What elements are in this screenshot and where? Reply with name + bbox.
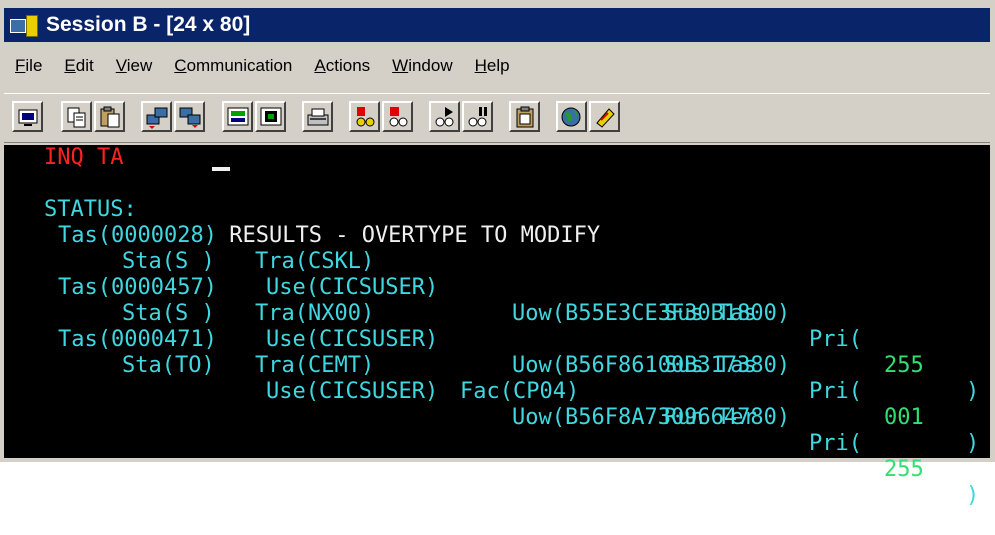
send-file-icon[interactable] bbox=[141, 101, 172, 132]
play-macro-icon[interactable] bbox=[429, 101, 460, 132]
menu-actions[interactable]: Actions bbox=[303, 56, 381, 76]
task-uow[interactable]: Uow(B56F8A7309664780) bbox=[512, 405, 790, 431]
receive-file-icon[interactable] bbox=[174, 101, 205, 132]
menu-edit[interactable]: Edit bbox=[53, 56, 104, 76]
display-icon[interactable] bbox=[12, 101, 43, 132]
title-bar[interactable]: Session B - [24 x 80] bbox=[4, 8, 990, 42]
priority-close: ) bbox=[966, 379, 980, 404]
session-window: Session B - [24 x 80] File Edit View Com… bbox=[0, 0, 995, 508]
menu-communication[interactable]: Communication bbox=[163, 56, 303, 76]
task-user[interactable]: Use(CICSUSER) bbox=[266, 379, 438, 405]
print-screen-icon[interactable] bbox=[302, 101, 333, 132]
paste-icon[interactable] bbox=[94, 101, 125, 132]
clipboard-icon[interactable] bbox=[509, 101, 540, 132]
task-status[interactable]: Sta(S ) bbox=[122, 301, 215, 327]
menu-window[interactable]: Window bbox=[381, 56, 463, 76]
menu-view[interactable]: View bbox=[105, 56, 164, 76]
priority-value[interactable]: 001 bbox=[884, 405, 924, 431]
help-icon[interactable] bbox=[589, 101, 620, 132]
priority-label: Pri( bbox=[809, 431, 862, 456]
map-icon[interactable] bbox=[255, 101, 286, 132]
status-text: RESULTS - OVERTYPE TO MODIFY bbox=[216, 223, 601, 248]
menu-help[interactable]: Help bbox=[464, 56, 521, 76]
task-uow[interactable]: Uow(B55E3CE3F30B1800) bbox=[512, 301, 790, 327]
pause-macro-icon[interactable] bbox=[462, 101, 493, 132]
priority-value[interactable]: 255 bbox=[884, 457, 924, 483]
priority-label: Pri( bbox=[809, 379, 862, 404]
task-detail-row: Sta(TO) Use(CICSUSER) Uow(B56F8A73096647… bbox=[4, 327, 790, 457]
keypad-icon[interactable] bbox=[222, 101, 253, 132]
priority-value[interactable]: 255 bbox=[884, 353, 924, 379]
window-title: Session B - [24 x 80] bbox=[46, 13, 251, 36]
transaction-id[interactable]: Tra(NX00) bbox=[255, 301, 374, 327]
menu-bar: File Edit View Communication Actions Win… bbox=[4, 48, 990, 84]
task-status[interactable]: Sta(TO) bbox=[122, 353, 215, 379]
copy-icon[interactable] bbox=[61, 101, 92, 132]
priority-label: Pri( bbox=[809, 327, 862, 352]
task-user[interactable]: Use(CICSUSER) bbox=[266, 327, 438, 353]
menu-file[interactable]: File bbox=[4, 56, 53, 76]
command-text: INQ TA bbox=[44, 145, 124, 170]
globe-icon[interactable] bbox=[556, 101, 587, 132]
record-macro-icon[interactable] bbox=[349, 101, 380, 132]
session-app-icon[interactable] bbox=[10, 13, 42, 37]
facility[interactable]: Fac(CP04) bbox=[460, 379, 579, 405]
transaction-id[interactable]: Tra(CSKL) bbox=[255, 249, 374, 275]
text-cursor bbox=[212, 167, 230, 171]
stop-macro-icon[interactable] bbox=[382, 101, 413, 132]
transaction-id[interactable]: Tra(CEMT) bbox=[255, 353, 374, 379]
task-status[interactable]: Sta(S ) bbox=[122, 249, 215, 275]
task-uow[interactable]: Uow(B56F86100B317380) bbox=[512, 353, 790, 379]
terminal-screen[interactable]: INQ TA STATUS: RESULTS - OVERTYPE TO MOD… bbox=[4, 145, 990, 508]
toolbar bbox=[4, 93, 990, 143]
priority-close: ) bbox=[966, 483, 980, 508]
task-user[interactable]: Use(CICSUSER) bbox=[266, 275, 438, 301]
priority-close: ) bbox=[966, 431, 980, 456]
